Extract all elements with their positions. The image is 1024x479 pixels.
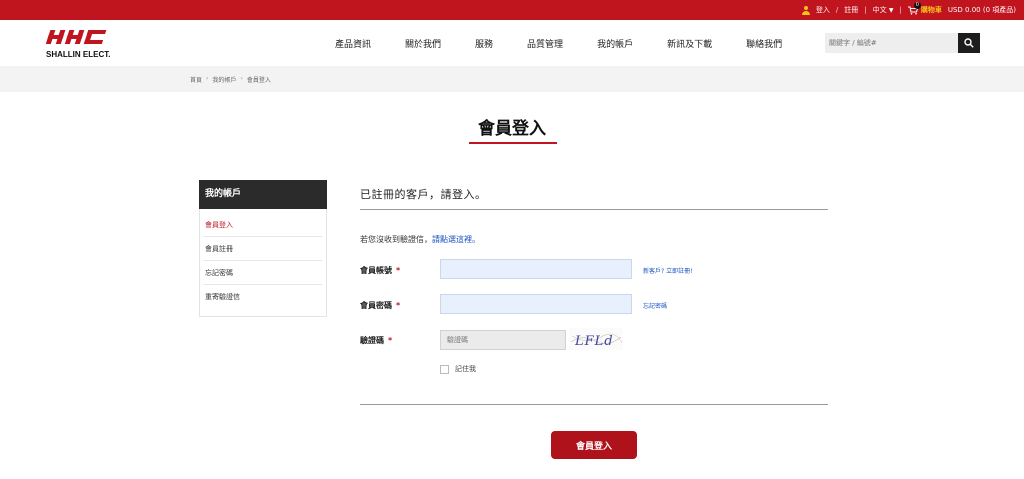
password-label: 會員密碼 * bbox=[360, 300, 400, 311]
form-heading: 已註冊的客戶，請登入。 bbox=[360, 188, 487, 201]
logo-text: SHALLIN ELECT. bbox=[46, 50, 111, 59]
remember-me-label: 記住我 bbox=[455, 365, 476, 373]
search-button[interactable] bbox=[958, 33, 980, 53]
form-divider-top bbox=[360, 209, 828, 210]
account-sidebar: 我的帳戶 會員登入 會員註冊 忘記密碼 重寄驗證信 bbox=[199, 180, 327, 317]
pipe-separator: | bbox=[864, 6, 867, 14]
sidebar-item-resend-verification[interactable]: 重寄驗證信 bbox=[204, 285, 322, 309]
sidebar-menu: 會員登入 會員註冊 忘記密碼 重寄驗證信 bbox=[200, 209, 326, 309]
sidebar-item-forgot-password[interactable]: 忘記密碼 bbox=[204, 261, 322, 285]
nav-my-account[interactable]: 我的帳戶 bbox=[597, 37, 633, 50]
nav-quality[interactable]: 品質管理 bbox=[527, 37, 563, 50]
remember-me-checkbox[interactable] bbox=[440, 364, 449, 374]
nav-news-downloads[interactable]: 新訊及下載 bbox=[667, 37, 712, 50]
remember-me[interactable]: 記住我 bbox=[440, 364, 476, 374]
captcha-text: LFLd bbox=[574, 334, 614, 349]
chevron-down-icon: ▼ bbox=[888, 7, 894, 14]
required-mark-3: * bbox=[388, 336, 393, 345]
language-selector[interactable]: 中文 ▼ bbox=[873, 5, 894, 15]
title-underline bbox=[469, 142, 557, 144]
nav-about[interactable]: 關於我們 bbox=[405, 37, 441, 50]
breadcrumb-separator: › bbox=[206, 75, 209, 82]
cart-summary: USD 0.00 (0 項產品) bbox=[947, 6, 1016, 14]
required-mark: * bbox=[396, 266, 401, 275]
account-label: 會員帳號 * bbox=[360, 265, 400, 276]
top-utility-bar: 登入 / 註冊 | 中文 ▼ | 0 購物車 USD 0.00 (0 項產品) bbox=[0, 0, 1024, 20]
search-icon bbox=[964, 38, 974, 48]
captcha-label: 驗證碼 * bbox=[360, 335, 392, 346]
register-now-link[interactable]: 新客戶? 立即註冊! bbox=[643, 266, 693, 275]
breadcrumb-my-account[interactable]: 我的帳戶 bbox=[212, 75, 236, 84]
hint-text: 若您沒收到驗證信， bbox=[360, 235, 432, 244]
brand-logo[interactable]: SHALLIN ELECT. bbox=[46, 28, 118, 60]
account-input[interactable] bbox=[440, 259, 632, 279]
pipe-separator-2: | bbox=[899, 6, 902, 14]
search-bar bbox=[825, 33, 980, 53]
sidebar-item-register[interactable]: 會員註冊 bbox=[204, 237, 322, 261]
nav-contact[interactable]: 聯絡我們 bbox=[746, 37, 782, 50]
breadcrumb: 首頁 › 我的帳戶 › 會員登入 bbox=[190, 75, 271, 84]
login-submit-button[interactable]: 會員登入 bbox=[551, 431, 637, 459]
main-header: SHALLIN ELECT. 產品資訊 關於我們 服務 品質管理 我的帳戶 新訊… bbox=[0, 20, 1024, 66]
main-nav: 產品資訊 關於我們 服務 品質管理 我的帳戶 新訊及下載 聯絡我們 bbox=[335, 20, 816, 66]
login-link[interactable]: 登入 bbox=[816, 5, 830, 15]
nav-services[interactable]: 服務 bbox=[475, 37, 493, 50]
forgot-password-link[interactable]: 忘記密碼 bbox=[643, 301, 667, 310]
breadcrumb-separator-2: › bbox=[240, 75, 243, 82]
breadcrumb-bar: 首頁 › 我的帳戶 › 會員登入 bbox=[0, 66, 1024, 92]
cart-label: 購物車 bbox=[920, 6, 942, 14]
user-icon bbox=[801, 5, 810, 15]
breadcrumb-home[interactable]: 首頁 bbox=[190, 75, 202, 84]
cart-icon: 0 bbox=[907, 1, 921, 15]
cart-count-badge: 0 bbox=[913, 1, 921, 9]
search-input[interactable] bbox=[825, 33, 958, 53]
sidebar-title: 我的帳戶 bbox=[199, 180, 327, 209]
language-label: 中文 bbox=[872, 6, 887, 14]
required-mark-2: * bbox=[396, 301, 401, 310]
register-link[interactable]: 註冊 bbox=[844, 5, 858, 15]
slash-separator: / bbox=[835, 6, 839, 14]
captcha-image[interactable]: LFLd bbox=[569, 328, 623, 350]
page-title: 會員登入 bbox=[478, 119, 546, 139]
form-divider-bottom bbox=[360, 404, 828, 405]
password-label-text: 會員密碼 bbox=[360, 301, 392, 310]
cart-link[interactable]: 0 購物車 bbox=[907, 1, 942, 15]
captcha-input[interactable] bbox=[440, 330, 566, 350]
nav-products[interactable]: 產品資訊 bbox=[335, 37, 371, 50]
account-label-text: 會員帳號 bbox=[360, 266, 392, 275]
sidebar-item-login[interactable]: 會員登入 bbox=[204, 213, 322, 237]
breadcrumb-current: 會員登入 bbox=[246, 77, 271, 84]
resend-verification-link[interactable]: 請點選這裡。 bbox=[432, 235, 480, 244]
password-input[interactable] bbox=[440, 294, 632, 314]
hhc-logo-mark bbox=[46, 30, 107, 44]
captcha-label-text: 驗證碼 bbox=[360, 336, 384, 345]
verification-hint: 若您沒收到驗證信，請點選這裡。 bbox=[360, 234, 480, 245]
